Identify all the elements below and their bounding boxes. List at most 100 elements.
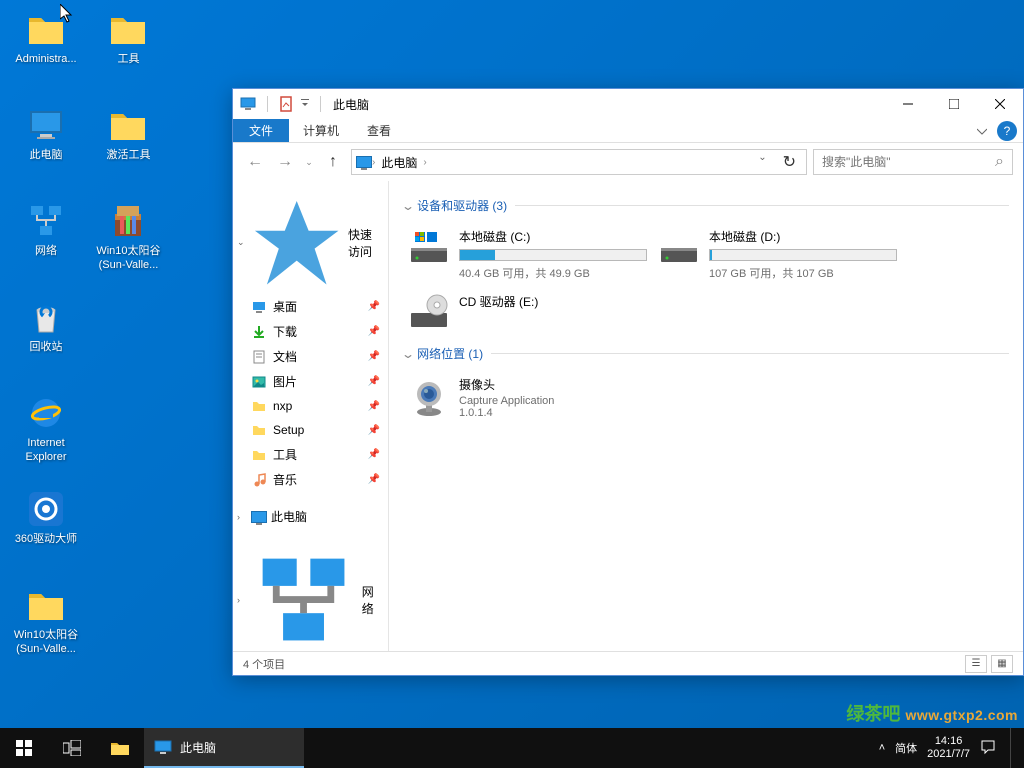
statusbar: 4 个项目 ☰ ▦	[233, 651, 1023, 675]
ie-icon	[25, 392, 67, 434]
ribbon: 文件 计算机 查看 ?	[233, 119, 1023, 143]
nav-item[interactable]: 工具📌	[233, 442, 388, 467]
start-button[interactable]	[0, 728, 48, 768]
nav-icon	[251, 299, 267, 315]
nav-icon	[251, 472, 267, 488]
pin-icon: 📌	[368, 326, 380, 337]
explorer-window: 此电脑 文件 计算机 查看 ? ← → ⌄ ↑ › 此电脑 › ⌄ ↻	[232, 88, 1024, 676]
nav-this-pc[interactable]: › 此电脑	[233, 504, 388, 529]
ribbon-tab-computer[interactable]: 计算机	[289, 119, 353, 142]
tray-expand-icon[interactable]: ˄	[879, 742, 885, 754]
nav-icon	[251, 349, 267, 365]
cursor-icon	[60, 4, 76, 24]
address-dropdown-icon[interactable]: ⌄	[752, 152, 772, 172]
show-desktop-button[interactable]	[1010, 728, 1014, 768]
help-button[interactable]: ?	[997, 121, 1017, 141]
pin-icon: 📌	[368, 376, 380, 387]
system-tray[interactable]: ˄ 简体 14:16 2021/7/7	[869, 728, 1024, 768]
qat-dropdown-icon[interactable]	[300, 95, 310, 113]
nav-icon	[251, 422, 267, 438]
notifications-icon[interactable]	[980, 739, 996, 758]
nav-icon	[251, 324, 267, 340]
desktop-icon-network[interactable]: 网络	[8, 200, 84, 276]
network-icon	[25, 200, 67, 242]
desktop-icon-ie[interactable]: Internet Explorer	[8, 392, 84, 468]
refresh-button[interactable]: ↻	[777, 152, 802, 172]
network-device-camera[interactable]: 摄像头 Capture Application 1.0.1.4	[403, 370, 653, 425]
drive-cdrom[interactable]: CD 驱动器 (E:)	[403, 287, 653, 339]
desktop-icon-folder[interactable]: Win10太阳谷 (Sun-Valle...	[8, 584, 84, 660]
ribbon-expand-button[interactable]	[967, 119, 997, 142]
maximize-button[interactable]	[931, 89, 977, 119]
minimize-button[interactable]	[885, 89, 931, 119]
drive-icon	[409, 228, 449, 268]
tray-clock[interactable]: 14:16 2021/7/7	[927, 735, 970, 761]
camera-icon	[409, 378, 449, 418]
nav-pane: ⌄ 快速访问 桌面📌下载📌文档📌图片📌nxp📌Setup📌工具📌音乐📌 › 此电…	[233, 181, 389, 651]
pc-icon	[239, 95, 257, 113]
search-icon[interactable]: ⌕	[995, 153, 1004, 171]
nav-icon	[251, 447, 267, 463]
search-input[interactable]	[822, 155, 995, 169]
folder-icon	[107, 8, 149, 50]
drive-d[interactable]: 本地磁盘 (D:) 107 GB 可用，共 107 GB	[653, 222, 903, 287]
address-bar[interactable]: › 此电脑 › ⌄ ↻	[351, 149, 807, 175]
nav-item[interactable]: 文档📌	[233, 344, 388, 369]
titlebar[interactable]: 此电脑	[233, 89, 1023, 119]
folder-icon	[25, 584, 67, 626]
view-details-button[interactable]: ☰	[965, 655, 987, 673]
pin-icon: 📌	[368, 301, 380, 312]
content-pane: 设备和驱动器 (3) 本地磁盘 (C:) 40.4 GB 可用，共 49.9 G…	[389, 181, 1023, 651]
watermark: 绿茶吧 www.gtxp2.com	[846, 700, 1018, 726]
up-button[interactable]: ↑	[321, 150, 345, 174]
search-box[interactable]: ⌕	[813, 149, 1013, 175]
desktop-icon-app360[interactable]: 360驱动大师	[8, 488, 84, 564]
pin-icon: 📌	[368, 401, 380, 412]
close-button[interactable]	[977, 89, 1023, 119]
pc-icon	[356, 156, 372, 168]
nav-item[interactable]: nxp📌	[233, 394, 388, 418]
drive-icon	[659, 228, 699, 268]
tray-lang[interactable]: 简体	[895, 740, 917, 756]
status-text: 4 个项目	[243, 656, 285, 672]
pc-icon	[154, 740, 172, 754]
view-icons-button[interactable]: ▦	[991, 655, 1013, 673]
ribbon-tab-view[interactable]: 查看	[353, 119, 405, 142]
window-title: 此电脑	[333, 96, 885, 113]
nav-item[interactable]: Setup📌	[233, 418, 388, 442]
desktop-icon-pc[interactable]: 此电脑	[8, 104, 84, 180]
nav-item[interactable]: 下载📌	[233, 319, 388, 344]
pc-icon	[251, 511, 267, 523]
desktop-icon-recycle[interactable]: 回收站	[8, 296, 84, 372]
nav-network[interactable]: › 网络	[233, 541, 388, 651]
taskbar-app-explorer[interactable]: 此电脑	[144, 728, 304, 768]
pc-icon	[25, 104, 67, 146]
recycle-icon	[25, 296, 67, 338]
group-network-loc[interactable]: 网络位置 (1)	[403, 345, 1009, 362]
breadcrumb[interactable]: 此电脑	[375, 154, 423, 171]
task-view-button[interactable]	[48, 728, 96, 768]
taskbar: 此电脑 ˄ 简体 14:16 2021/7/7	[0, 728, 1024, 768]
drive-c[interactable]: 本地磁盘 (C:) 40.4 GB 可用，共 49.9 GB	[403, 222, 653, 287]
nav-item[interactable]: 桌面📌	[233, 294, 388, 319]
app360-icon	[25, 488, 67, 530]
group-devices[interactable]: 设备和驱动器 (3)	[403, 197, 1009, 214]
nav-item[interactable]: 图片📌	[233, 369, 388, 394]
nav-quick-access[interactable]: ⌄ 快速访问	[233, 191, 388, 294]
pin-icon: 📌	[368, 474, 380, 485]
properties-icon[interactable]	[278, 95, 296, 113]
nav-item[interactable]: 音乐📌	[233, 467, 388, 492]
desktop-icon-folder[interactable]: 工具	[90, 8, 166, 84]
pin-icon: 📌	[368, 449, 380, 460]
desktop-icon-winrar[interactable]: Win10太阳谷 (Sun-Valle...	[90, 200, 166, 276]
ribbon-file-tab[interactable]: 文件	[233, 119, 289, 142]
cdrom-icon	[409, 293, 449, 333]
explorer-pinned-button[interactable]	[96, 728, 144, 768]
forward-button[interactable]: →	[273, 150, 297, 174]
pin-icon: 📌	[368, 351, 380, 362]
nav-icon	[251, 374, 267, 390]
recent-dropdown[interactable]: ⌄	[303, 150, 315, 174]
desktop-icon-folder[interactable]: 激活工具	[90, 104, 166, 180]
back-button[interactable]: ←	[243, 150, 267, 174]
winrar-icon	[107, 200, 149, 242]
